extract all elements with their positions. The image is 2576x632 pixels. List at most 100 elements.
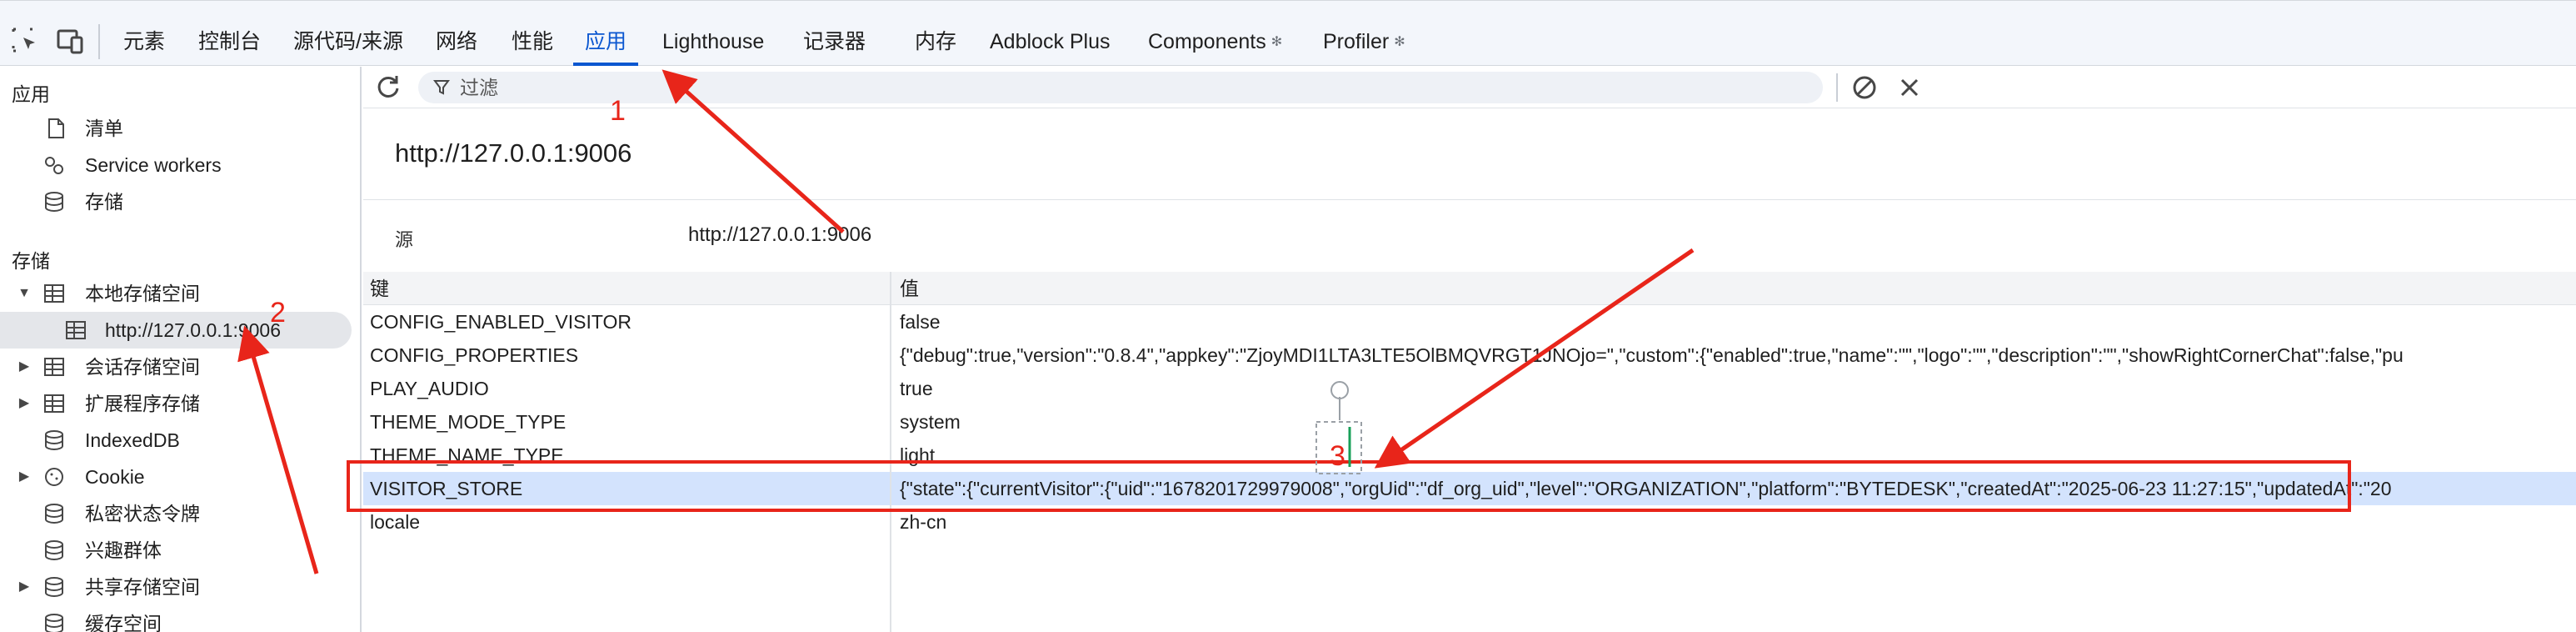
tab-label: 网络 (436, 30, 478, 53)
devtools-tab-bar: 元素 控制台 源代码/来源 网络 性能 应用 Lighthouse 记录器 内存 Adblock … (0, 0, 2576, 66)
tab-0[interactable]: 元素 (123, 18, 165, 66)
table-row[interactable]: CONFIG_PROPERTIES {"debug":true,"version"… (363, 339, 2576, 372)
row-key-cell[interactable]: locale (370, 505, 886, 539)
tab-label: 控制台 (198, 30, 262, 53)
gears-icon (45, 157, 63, 174)
row-value-cell[interactable]: light (900, 439, 2576, 472)
annotation-number-2: 2 (270, 297, 286, 329)
tab-4[interactable]: 性能 (512, 18, 553, 66)
origin-label: 源 (395, 229, 414, 250)
device-toolbar-icon[interactable] (55, 26, 85, 56)
clear-all-icon[interactable] (1851, 74, 1878, 101)
row-value-cell[interactable]: true (900, 372, 2576, 405)
filter-icon (433, 80, 450, 95)
column-header-key[interactable]: 键 (370, 272, 886, 305)
row-value-cell[interactable]: {"debug":true,"version":"0.8.4","appkey"… (900, 339, 2576, 372)
tab-1[interactable]: 控制台 (198, 18, 261, 66)
inspect-element-icon[interactable] (10, 26, 40, 56)
database-icon (45, 430, 63, 450)
tab-7[interactable]: 记录器 (803, 18, 866, 66)
sidebar-item-storage[interactable]: 存储 (0, 183, 360, 220)
tab-8[interactable]: 内存 (915, 18, 956, 66)
toolbar-separator (1836, 73, 1838, 102)
row-key-cell[interactable]: CONFIG_PROPERTIES (370, 339, 886, 372)
sidebar-item-indexeddb[interactable]: IndexedDB (0, 422, 360, 459)
tab-label: 内存 (915, 30, 957, 53)
collapsed-arrow-icon[interactable]: ▶ (17, 349, 32, 385)
sidebar-item-extension-storage[interactable]: ▶ 扩展程序存储 (0, 385, 360, 422)
row-key-cell[interactable]: THEME_NAME_TYPE (370, 439, 886, 472)
sidebar-item-interest-groups[interactable]: 兴趣群体 (0, 532, 360, 569)
column-header-value[interactable]: 值 (900, 272, 2576, 305)
collapsed-arrow-icon[interactable]: ▶ (17, 459, 32, 495)
storage-main-panel: http://127.0.0.1:9006 源 http://127.0.0.1… (363, 67, 2576, 632)
sidebar-item-private-state-tokens[interactable]: 私密状态令牌 (0, 495, 360, 532)
sidebar-item-shared-storage[interactable]: ▶ 共享存储空间 (0, 569, 360, 605)
local-storage-table: 键 值 CONFIG_ENABLED_VISITOR false CONFIG_PR… (363, 272, 2576, 632)
sidebar-item-manifest[interactable]: 清单 (0, 110, 360, 147)
cookie-icon (45, 468, 63, 486)
tab-5[interactable]: 应用 (572, 18, 639, 66)
database-icon (45, 504, 63, 524)
table-row[interactable]: THEME_NAME_TYPE light (363, 439, 2576, 472)
table-icon (44, 284, 64, 303)
tab-label: 记录器 (803, 30, 866, 53)
section-title-application: 应用 (12, 83, 50, 105)
row-value-cell[interactable]: system (900, 405, 2576, 439)
row-key-cell[interactable]: PLAY_AUDIO (370, 372, 886, 405)
sidebar-item-label: 本地存储空间 (85, 283, 200, 304)
sidebar-item-local-storage[interactable]: ▼ 本地存储空间 (0, 275, 360, 312)
filter-input[interactable] (460, 72, 1793, 103)
tab-9[interactable]: Adblock Plus (990, 18, 1111, 66)
sidebar-item-label: Service workers (85, 154, 222, 176)
storage-toolbar (363, 67, 2576, 108)
sidebar-item-label: 会话存储空间 (85, 356, 200, 378)
row-value-cell[interactable]: false (900, 305, 2576, 339)
column-separator[interactable] (890, 272, 891, 632)
collapsed-arrow-icon[interactable]: ▶ (17, 385, 32, 422)
origin-info-row: 源 http://127.0.0.1:9006 (363, 200, 2576, 280)
row-key-cell[interactable]: CONFIG_ENABLED_VISITOR (370, 305, 886, 339)
origin-title: http://127.0.0.1:9006 (395, 138, 632, 168)
row-key-cell[interactable]: THEME_MODE_TYPE (370, 405, 886, 439)
sidebar-item-label: 私密状态令牌 (85, 503, 200, 524)
sidebar-item-label: 扩展程序存储 (85, 393, 200, 414)
sidebar-item-label: 缓存空间 (85, 613, 162, 632)
sidebar-item-local-origin[interactable]: http://127.0.0.1:9006 (0, 312, 352, 349)
table-row[interactable]: locale zh-cn (363, 505, 2576, 539)
table-row[interactable]: VISITOR_STORE {"state":{"currentVisitor":… (363, 472, 2576, 505)
delete-selected-icon[interactable] (1898, 76, 1921, 99)
tab-gear-icon: ✻ (1271, 35, 1283, 49)
tab-label: Lighthouse (662, 30, 765, 53)
sidebar-item-label: Cookie (85, 466, 145, 488)
sidebar-item-cache-storage[interactable]: 缓存空间 (0, 605, 360, 632)
collapsed-arrow-icon[interactable]: ▶ (17, 569, 32, 605)
table-row[interactable]: THEME_MODE_TYPE system (363, 405, 2576, 439)
table-row[interactable]: PLAY_AUDIO true (363, 372, 2576, 405)
tab-10[interactable]: Components ✻ (1148, 18, 1282, 66)
sidebar-item-label: 存储 (85, 191, 123, 213)
row-key-cell[interactable]: VISITOR_STORE (370, 472, 886, 505)
sidebar-item-label: 共享存储空间 (85, 576, 200, 598)
sidebar-item-label: IndexedDB (85, 429, 180, 451)
table-row[interactable]: CONFIG_ENABLED_VISITOR false (363, 305, 2576, 339)
expanded-arrow-icon[interactable]: ▼ (17, 275, 32, 312)
database-icon (45, 577, 63, 597)
sidebar-item-cookie[interactable]: ▶ Cookie (0, 459, 360, 495)
row-value-cell[interactable]: {"state":{"currentVisitor":{"uid":"16782… (900, 472, 2576, 505)
sidebar-item-session-storage[interactable]: ▶ 会话存储空间 (0, 349, 360, 385)
tab-2[interactable]: 源代码/来源 (293, 18, 403, 66)
table-icon (44, 358, 64, 376)
filter-box[interactable] (418, 72, 1823, 103)
origin-value: http://127.0.0.1:9006 (688, 223, 872, 246)
tab-label: 应用 (585, 30, 627, 53)
tab-11[interactable]: Profiler ✻ (1323, 18, 1405, 66)
database-icon (45, 192, 63, 212)
tab-label: 源代码/来源 (293, 30, 403, 53)
tab-3[interactable]: 网络 (436, 18, 477, 66)
refresh-icon[interactable] (375, 73, 402, 100)
sidebar-item-service-workers[interactable]: Service workers (0, 147, 360, 183)
tab-6[interactable]: Lighthouse (662, 18, 764, 66)
tab-gear-icon: ✻ (1394, 35, 1405, 49)
row-value-cell[interactable]: zh-cn (900, 505, 2576, 539)
